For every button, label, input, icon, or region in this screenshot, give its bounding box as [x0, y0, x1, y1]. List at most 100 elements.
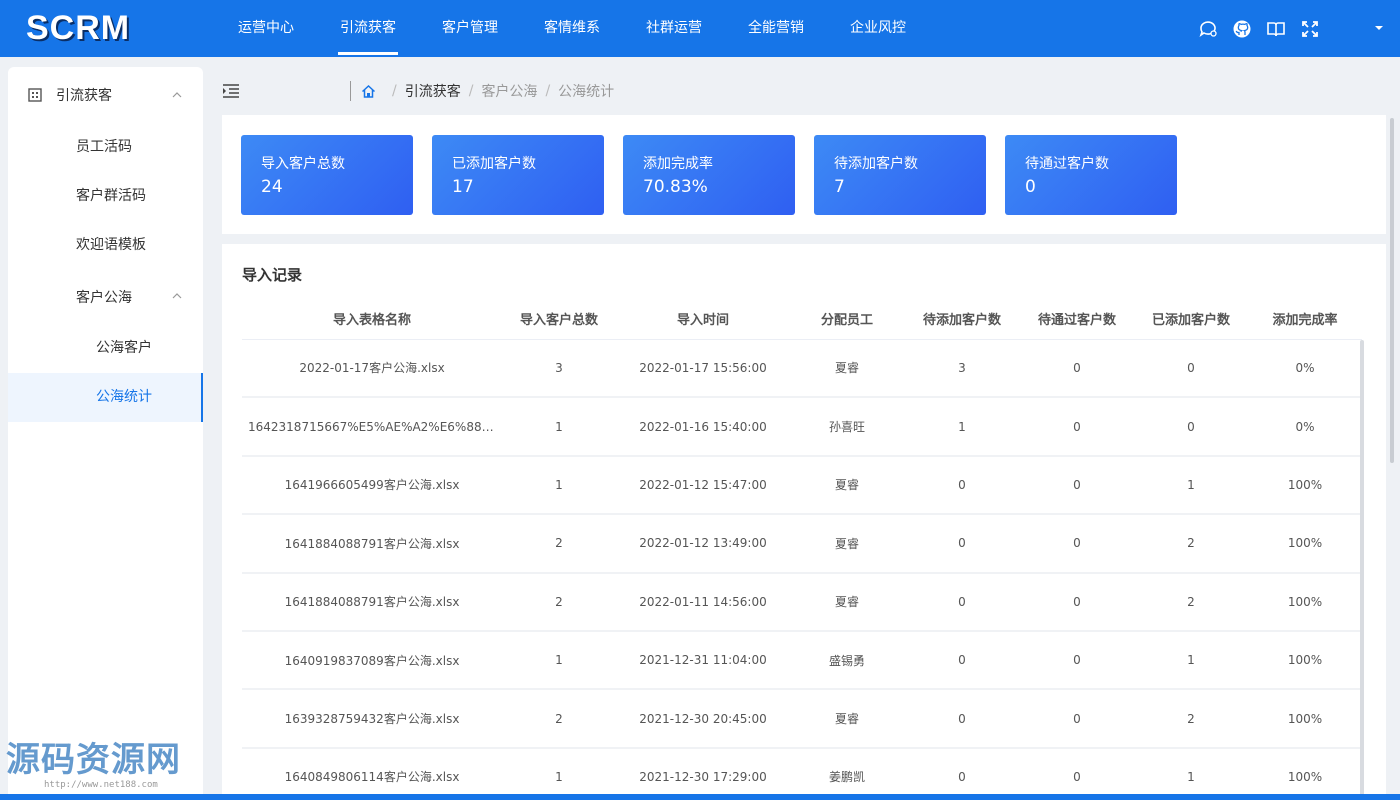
section-title: 导入记录 — [242, 266, 303, 284]
table-cell: 夏睿 — [790, 572, 904, 632]
table-cell: 夏睿 — [790, 689, 904, 749]
breadcrumb-item-current: 公海统计 — [558, 84, 615, 100]
table-cell: 1641966605499客户公海.xlsx — [242, 455, 502, 516]
sidebar-item-pool-customers[interactable]: 公海客户 — [8, 324, 203, 373]
home-icon[interactable] — [361, 84, 376, 99]
table-cell: 0 — [1020, 455, 1134, 516]
stat-card-pending-approval: 待通过客户数 0 — [1005, 135, 1177, 215]
main-nav: 运营中心 引流获客 客户管理 客情维系 社群运营 全能营销 企业风控 — [222, 0, 936, 57]
table-cell: 0 — [904, 747, 1020, 800]
table-cell: 孙喜旺 — [790, 397, 904, 457]
sidebar-item-pool-stats[interactable]: 公海统计 — [8, 373, 203, 422]
nav-item-risk-control[interactable]: 企业风控 — [834, 0, 922, 57]
sidebar: 引流获客 员工活码 客户群活码 欢迎语模板 客户公海 公海客户 公海统计 — [8, 67, 203, 800]
qrcode-icon — [28, 88, 42, 102]
table-cell: 2021-12-30 20:45:00 — [616, 689, 790, 749]
nav-item-community-ops[interactable]: 社群运营 — [630, 0, 718, 57]
column-header[interactable]: 导入客户总数 — [502, 299, 616, 340]
table-cell: 0 — [904, 572, 1020, 632]
stat-value: 0 — [1025, 177, 1036, 197]
sidebar-item-staff-qrcode[interactable]: 员工活码 — [8, 123, 203, 172]
table-header-row: 导入表格名称 导入客户总数 导入时间 分配员工 待添加客户数 待通过客户数 已添… — [242, 299, 1362, 340]
sidebar-item-group-qrcode[interactable]: 客户群活码 — [8, 172, 203, 221]
sidebar-group-label: 引流获客 — [56, 88, 112, 104]
book-icon[interactable] — [1266, 19, 1286, 39]
table-cell: 0 — [1020, 689, 1134, 749]
nav-item-marketing[interactable]: 全能营销 — [732, 0, 820, 57]
stat-label: 待通过客户数 — [1025, 156, 1109, 172]
table-cell: 夏睿 — [790, 339, 904, 399]
table-scrollbar[interactable] — [1360, 340, 1364, 800]
column-header[interactable]: 分配员工 — [790, 299, 904, 340]
table-cell: 2022-01-17 15:56:00 — [616, 339, 790, 399]
column-header[interactable]: 待添加客户数 — [904, 299, 1020, 340]
table-cell: 2022-01-17客户公海.xlsx — [242, 339, 502, 399]
page-scrollbar[interactable] — [1390, 118, 1394, 463]
table-cell: 100% — [1248, 514, 1362, 574]
nav-item-customer-mgmt[interactable]: 客户管理 — [426, 0, 514, 57]
stat-value: 17 — [452, 177, 474, 197]
table-cell: 2 — [502, 689, 616, 749]
nav-item-lead-gen[interactable]: 引流获客 — [324, 0, 412, 57]
nav-item-ops-center[interactable]: 运营中心 — [222, 0, 310, 57]
top-nav-bar: SCRM 运营中心 引流获客 客户管理 客情维系 社群运营 全能营销 企业风控 — [0, 0, 1400, 57]
chevron-down-icon[interactable] — [1372, 20, 1386, 34]
table-cell: 1 — [502, 455, 616, 516]
table-row: 1642318715667%E5%AE%A2%E6%88%B... 1 2022-0… — [242, 397, 1362, 457]
table-cell: 1 — [904, 397, 1020, 457]
sidebar-subgroup-customer-pool[interactable]: 客户公海 — [8, 270, 203, 324]
column-header[interactable]: 待通过客户数 — [1020, 299, 1134, 340]
table-cell: 1641884088791客户公海.xlsx — [242, 572, 502, 632]
table-cell: 0 — [904, 514, 1020, 574]
stat-card-completion-rate: 添加完成率 70.83% — [623, 135, 795, 215]
chevron-up-icon — [171, 290, 183, 302]
sidebar-group-lead-gen[interactable]: 引流获客 — [8, 67, 203, 123]
column-header[interactable]: 添加完成率 — [1248, 299, 1362, 340]
stat-card-import-total: 导入客户总数 24 — [241, 135, 413, 215]
table-cell: 0 — [1020, 572, 1134, 632]
stats-panel: 导入客户总数 24 已添加客户数 17 添加完成率 70.83% 待添加客户数 … — [222, 115, 1386, 234]
table-row: 1639328759432客户公海.xlsx 2 2021-12-30 20:45:… — [242, 689, 1362, 749]
nav-item-customer-care[interactable]: 客情维系 — [528, 0, 616, 57]
table-cell: 1640849806114客户公海.xlsx — [242, 747, 502, 800]
table-cell: 2022-01-11 14:56:00 — [616, 572, 790, 632]
column-header[interactable]: 导入时间 — [616, 299, 790, 340]
table-cell: 0% — [1248, 339, 1362, 399]
table-cell: 0 — [904, 455, 1020, 516]
fullscreen-icon[interactable] — [1300, 19, 1320, 39]
table-cell: 100% — [1248, 747, 1362, 800]
table-cell: 2021-12-30 17:29:00 — [616, 747, 790, 800]
breadcrumb: / 引流获客 / 客户公海 / 公海统计 — [361, 81, 614, 101]
table-row: 2022-01-17客户公海.xlsx 3 2022-01-17 15:56:00 夏… — [242, 339, 1362, 399]
column-header[interactable]: 导入表格名称 — [242, 299, 502, 340]
breadcrumb-item-lead-gen[interactable]: 引流获客 — [405, 81, 461, 101]
stat-label: 已添加客户数 — [452, 156, 536, 172]
import-records-table: 导入表格名称 导入客户总数 导入时间 分配员工 待添加客户数 待通过客户数 已添… — [242, 299, 1362, 800]
table-cell: 0 — [1020, 397, 1134, 457]
app-logo[interactable]: SCRM — [0, 9, 222, 48]
table-cell: 0% — [1248, 397, 1362, 457]
stat-label: 待添加客户数 — [834, 156, 918, 172]
stat-label: 添加完成率 — [643, 156, 713, 172]
sidebar-item-welcome-template[interactable]: 欢迎语模板 — [8, 221, 203, 270]
table-cell: 3 — [904, 339, 1020, 399]
table-cell: 0 — [1020, 339, 1134, 399]
table-cell: 100% — [1248, 689, 1362, 749]
github-icon[interactable] — [1232, 19, 1252, 39]
breadcrumb-item-customer-pool[interactable]: 客户公海 — [481, 81, 537, 101]
table-cell: 0 — [904, 630, 1020, 691]
sidebar-subgroup-label: 客户公海 — [76, 290, 132, 306]
chat-icon[interactable] — [1198, 19, 1218, 39]
top-toolbar — [1198, 0, 1320, 57]
table-cell: 1 — [1134, 747, 1248, 800]
table-cell: 夏睿 — [790, 514, 904, 574]
table-cell: 1 — [502, 630, 616, 691]
table-cell: 1642318715667%E5%AE%A2%E6%88%B... — [242, 397, 502, 457]
menu-fold-icon[interactable] — [222, 83, 240, 99]
table-cell: 夏睿 — [790, 455, 904, 516]
column-header[interactable]: 已添加客户数 — [1134, 299, 1248, 340]
table-cell: 1 — [1134, 630, 1248, 691]
table-cell: 2 — [1134, 514, 1248, 574]
table-cell: 2022-01-16 15:40:00 — [616, 397, 790, 457]
bottom-strip — [0, 794, 1400, 800]
